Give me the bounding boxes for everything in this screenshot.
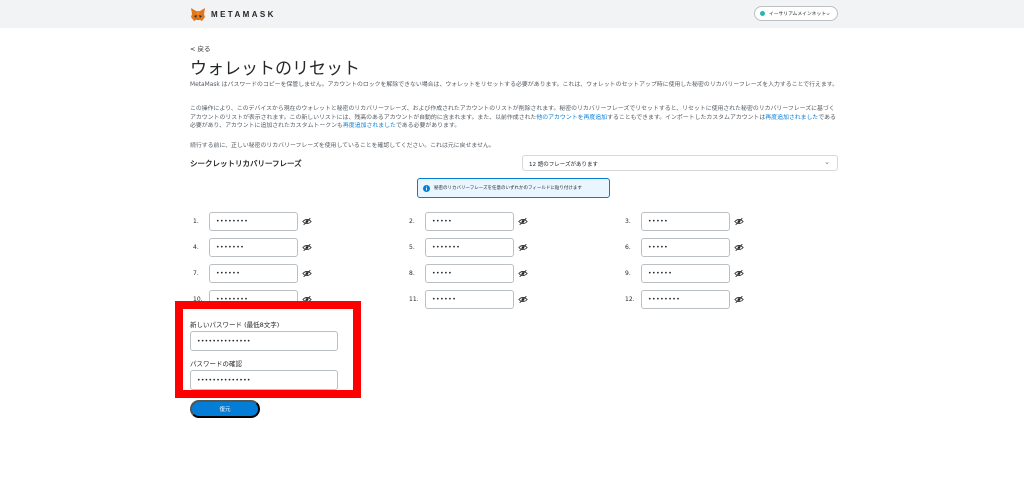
srp-word-12: 12. •••••••• [625,290,744,309]
srp-section-label: シークレットリカバリーフレーズ [190,159,302,168]
restore-button[interactable]: 復元 [190,400,260,418]
srp-word-number: 9. [625,270,631,277]
eye-slash-icon[interactable] [734,217,744,226]
page-title: ウォレットのリセット [190,59,360,79]
reset-warning-text: この操作により、このデバイスから現在のウォレットと秘密のリカバリーフレーズ、およ… [190,105,840,131]
srp-word-number: 1. [193,218,199,225]
srp-word-number: 2. [409,218,415,225]
eye-slash-icon[interactable] [302,217,312,226]
re-added-accounts-link[interactable]: 再度追加されました [765,115,818,121]
eye-slash-icon[interactable] [518,269,528,278]
srp-word-number: 7. [193,270,199,277]
eye-slash-icon[interactable] [734,243,744,252]
paste-hint-banner: 秘密のリカバリーフレーズを任意のいずれかのフィールドに貼り付けます [417,178,610,198]
network-status-dot [760,11,765,16]
intro-text: MetaMask はパスワードのコピーを保管しません。アカウントのロックを解除で… [190,82,839,88]
srp-word-4: 4. ••••••• [193,238,312,257]
srp-word-input[interactable]: ••••••• [425,238,514,257]
srp-word-7: 7. •••••• [193,264,312,283]
eye-slash-icon[interactable] [518,295,528,304]
srp-word-5: 5. ••••••• [409,238,528,257]
srp-word-input[interactable]: ••••••• [209,238,298,257]
eye-slash-icon[interactable] [302,269,312,278]
srp-word-6: 6. ••••• [625,238,744,257]
paste-hint-text: 秘密のリカバリーフレーズを任意のいずれかのフィールドに貼り付けます [434,186,582,191]
chevron-down-icon: ⌄ [825,9,831,17]
warning-text-part: することもできます。インポートしたカスタムアカウントは [607,114,766,121]
srp-word-3: 3. ••••• [625,212,744,231]
srp-word-number: 11. [409,296,419,303]
network-selector[interactable]: イーサリアムメインネット ⌄ [754,6,838,21]
eye-slash-icon[interactable] [302,243,312,252]
srp-word-number: 3. [625,218,631,225]
info-icon [423,184,430,192]
srp-word-8: 8. ••••• [409,264,528,283]
phrase-length-select[interactable]: 12 語のフレーズがあります ⌄ [522,155,838,171]
srp-word-input[interactable]: •••••••• [641,290,730,309]
srp-word-input[interactable]: ••••• [425,212,514,231]
password-highlight-box [175,301,361,398]
srp-word-input[interactable]: •••••• [641,264,730,283]
warning-text-part: である必要があります。 [395,123,461,129]
eye-slash-icon[interactable] [518,217,528,226]
re-added-tokens-link[interactable]: 再度追加されました [343,123,396,129]
srp-word-1: 1. •••••••• [193,212,312,231]
srp-word-11: 11. •••••• [409,290,528,309]
srp-word-input[interactable]: ••••• [425,264,514,283]
eye-slash-icon[interactable] [518,243,528,252]
network-label: イーサリアムメインネット [769,12,827,17]
srp-word-input[interactable]: •••••• [425,290,514,309]
srp-word-input[interactable]: •••••••• [209,212,298,231]
metamask-fox-icon [191,7,205,21]
srp-word-number: 8. [409,270,415,277]
srp-word-number: 4. [193,244,199,251]
srp-word-number: 12. [625,296,635,303]
metamask-logo[interactable]: METAMASK [190,6,276,22]
top-header: METAMASK イーサリアムメインネット ⌄ [0,0,1024,28]
srp-word-input[interactable]: •••••• [209,264,298,283]
eye-slash-icon[interactable] [734,295,744,304]
re-add-accounts-link[interactable]: 他のアカウントを再度追加 [536,115,607,121]
srp-word-number: 5. [409,244,415,251]
srp-word-input[interactable]: ••••• [641,212,730,231]
chevron-down-icon: ⌄ [824,158,830,166]
srp-word-input[interactable]: ••••• [641,238,730,257]
phrase-length-value: 12 語のフレーズがあります [529,162,598,168]
srp-word-number: 6. [625,244,631,251]
back-link[interactable]: < 戻る [190,43,211,53]
confirm-note: 続行する前に、正しい秘密のリカバリーフレーズを使用していることを確認してください… [190,143,495,149]
srp-word-2: 2. ••••• [409,212,528,231]
brand-wordmark: METAMASK [211,9,276,19]
srp-word-9: 9. •••••• [625,264,744,283]
eye-slash-icon[interactable] [734,269,744,278]
